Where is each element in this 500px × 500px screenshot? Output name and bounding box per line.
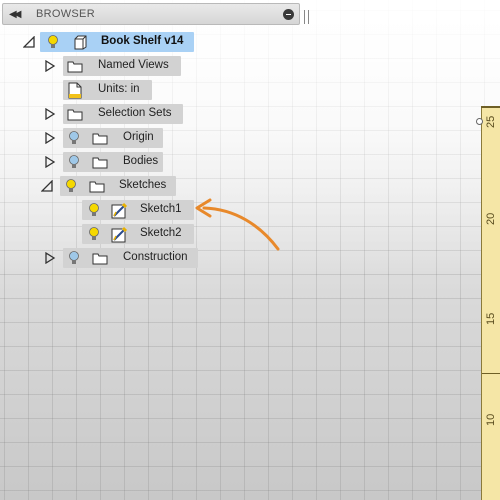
minus-circle-icon[interactable] [283,9,294,20]
ruler-drag-handle[interactable] [476,118,483,125]
tree-item-named-views[interactable]: Named Views [0,56,185,76]
sketch1-label: Sketch1 [140,203,182,215]
tree-item-sketches[interactable]: Sketches [0,176,180,196]
lightbulb-on-icon[interactable] [47,34,59,50]
tree-item-sketch2[interactable]: Sketch2 [0,224,200,244]
ruler-label-15: 15 [485,312,497,325]
sketch-icon [111,226,128,243]
selection-sets-label: Selection Sets [98,107,172,119]
expanded-triangle-icon[interactable] [23,36,35,48]
collapsed-triangle-icon[interactable] [44,252,56,264]
ruler-label-10: 10 [485,413,497,426]
panel-grip-icon[interactable] [304,10,309,24]
origin-label: Origin [123,131,154,143]
tree-root-book-shelf[interactable]: Book Shelf v14 [0,32,200,52]
tree-item-selection-sets[interactable]: Selection Sets [0,104,190,124]
collapsed-triangle-icon[interactable] [44,132,56,144]
lightbulb-off-icon[interactable] [68,154,80,170]
construction-label: Construction [123,251,188,263]
lightbulb-on-icon[interactable] [88,202,100,218]
folder-icon [67,61,83,73]
browser-title: BROWSER [36,8,95,20]
root-label: Book Shelf v14 [101,35,184,47]
annotation-arrow-icon [195,198,280,251]
expanded-triangle-icon[interactable] [41,180,53,192]
tree-item-units[interactable]: Units: in [0,80,160,100]
ruler-label-20: 20 [485,212,497,225]
tree-item-sketch1[interactable]: Sketch1 [0,200,200,220]
lightbulb-on-icon[interactable] [88,226,100,242]
tree-item-origin[interactable]: Origin [0,128,170,148]
lightbulb-on-icon[interactable] [65,178,77,194]
sketches-label: Sketches [119,179,167,191]
units-label: Units: in [98,83,140,95]
collapsed-triangle-icon[interactable] [44,156,56,168]
collapsed-triangle-icon[interactable] [44,60,56,72]
ruler-tick [482,373,500,374]
ruler-label-25: 25 [485,115,497,128]
collapse-panel-icon[interactable]: ◀◀ [9,9,23,20]
vertical-ruler: 25 20 15 10 [481,108,500,500]
folder-icon [92,133,108,145]
browser-header: ◀◀ BROWSER [2,3,309,25]
folder-icon [67,109,83,121]
folder-icon [92,157,108,169]
tree-item-construction[interactable]: Construction [0,248,205,268]
lightbulb-off-icon[interactable] [68,250,80,266]
bodies-label: Bodies [123,155,159,167]
sketch-icon [111,202,128,219]
tree-item-bodies[interactable]: Bodies [0,152,170,172]
component-icon [74,35,87,50]
collapsed-triangle-icon[interactable] [44,108,56,120]
folder-icon [92,253,108,265]
lightbulb-off-icon[interactable] [68,130,80,146]
sketch2-label: Sketch2 [140,227,182,239]
folder-icon [89,181,105,193]
named-views-label: Named Views [98,59,169,71]
document-units-icon [68,82,82,99]
